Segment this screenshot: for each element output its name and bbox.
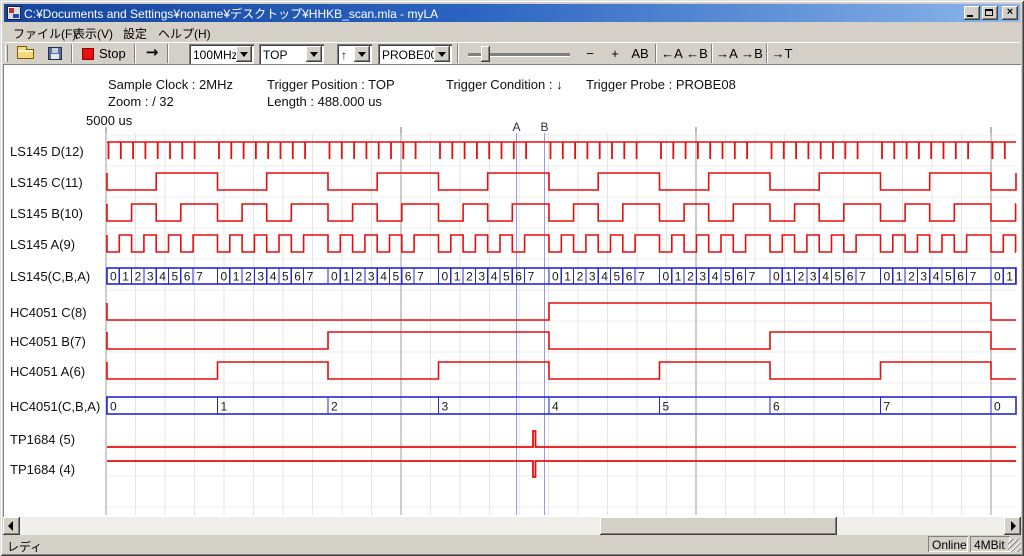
minimize-icon: [967, 15, 973, 17]
save-file-button[interactable]: [46, 45, 66, 62]
dropdown-arrow-icon[interactable]: [306, 46, 322, 62]
open-folder-icon: [17, 49, 34, 59]
status-memory-badge: 4MBit: [970, 536, 1010, 552]
stop-button[interactable]: Stop: [78, 44, 134, 63]
goto-marker-a-right-button[interactable]: →A: [715, 44, 739, 63]
right-arrow-icon: [1011, 521, 1016, 531]
zoom-out-button[interactable]: −: [580, 44, 600, 63]
toolbar-separator: [71, 44, 73, 63]
sample-clock-select[interactable]: 100MHz: [189, 44, 254, 64]
resize-grip[interactable]: [1008, 539, 1021, 552]
menu-bar: ファイル(F) 表示(V) 設定 ヘルプ(H): [4, 23, 1020, 41]
toolbar-separator: [134, 44, 136, 63]
maximize-button[interactable]: [982, 6, 998, 20]
scroll-left-button[interactable]: [3, 517, 20, 535]
status-ready-text: レディ: [7, 538, 42, 555]
dropdown-arrow-icon[interactable]: [354, 46, 370, 62]
goto-marker-b-left-button[interactable]: ←B: [685, 44, 709, 63]
scrollbar-thumb[interactable]: [600, 517, 837, 535]
toolbar-separator: [655, 44, 657, 63]
toolbar-separator: [766, 44, 768, 63]
trigger-probe-select[interactable]: PROBE00: [378, 44, 452, 64]
status-bar: レディ Online 4MBit: [3, 536, 1021, 553]
save-floppy-icon: [48, 47, 62, 60]
toolbar-separator: [457, 44, 459, 63]
trigger-probe-value: PROBE00: [382, 48, 437, 62]
toolbar-grip: [5, 45, 8, 62]
maximize-icon: [985, 9, 993, 16]
toolbar: Stop → 100MHz TOP ↑ PROBE00 − + AB ←A: [4, 42, 1020, 63]
menu-view[interactable]: 表示(V): [71, 24, 115, 43]
stop-label: Stop: [99, 46, 126, 61]
zoom-in-button[interactable]: +: [605, 44, 625, 63]
application-window: C:¥Documents and Settings¥noname¥デスクトップ¥…: [0, 0, 1024, 556]
scroll-right-button[interactable]: [1004, 517, 1021, 535]
goto-marker-b-right-button[interactable]: →B: [740, 44, 764, 63]
trigger-position-select[interactable]: TOP: [259, 44, 324, 64]
menu-help[interactable]: ヘルプ(H): [156, 24, 213, 43]
sample-clock-value: 100MHz: [193, 48, 238, 62]
goto-trigger-button[interactable]: →T: [770, 44, 794, 63]
waveform-panel: [3, 64, 1021, 517]
zoom-slider[interactable]: [468, 44, 570, 63]
stop-square-icon: [82, 48, 94, 60]
app-icon: [7, 6, 21, 20]
zoom-slider-handle[interactable]: [481, 46, 490, 62]
open-file-button[interactable]: [16, 45, 36, 62]
horizontal-scrollbar[interactable]: [3, 517, 1021, 535]
left-arrow-icon: [8, 521, 13, 531]
trigger-edge-value: ↑: [341, 48, 347, 62]
toolbar-separator: [711, 44, 713, 63]
trigger-edge-select[interactable]: ↑: [337, 44, 372, 64]
toolbar-separator: [167, 44, 169, 63]
dropdown-arrow-icon[interactable]: [236, 46, 252, 62]
menu-settings[interactable]: 設定: [121, 24, 149, 43]
trigger-position-value: TOP: [263, 48, 287, 62]
status-online-badge: Online: [928, 536, 968, 552]
run-button[interactable]: →: [140, 43, 164, 63]
menu-file[interactable]: ファイル(F): [11, 24, 78, 43]
close-button[interactable]: ×: [1002, 6, 1018, 20]
window-title: C:¥Documents and Settings¥noname¥デスクトップ¥…: [24, 5, 962, 22]
minimize-button[interactable]: [964, 6, 980, 20]
close-icon: ×: [1002, 6, 1018, 20]
dropdown-arrow-icon[interactable]: [434, 46, 450, 62]
ab-span-button[interactable]: AB: [627, 44, 653, 63]
title-bar[interactable]: C:¥Documents and Settings¥noname¥デスクトップ¥…: [4, 4, 1020, 22]
goto-marker-a-left-button[interactable]: ←A: [660, 44, 684, 63]
